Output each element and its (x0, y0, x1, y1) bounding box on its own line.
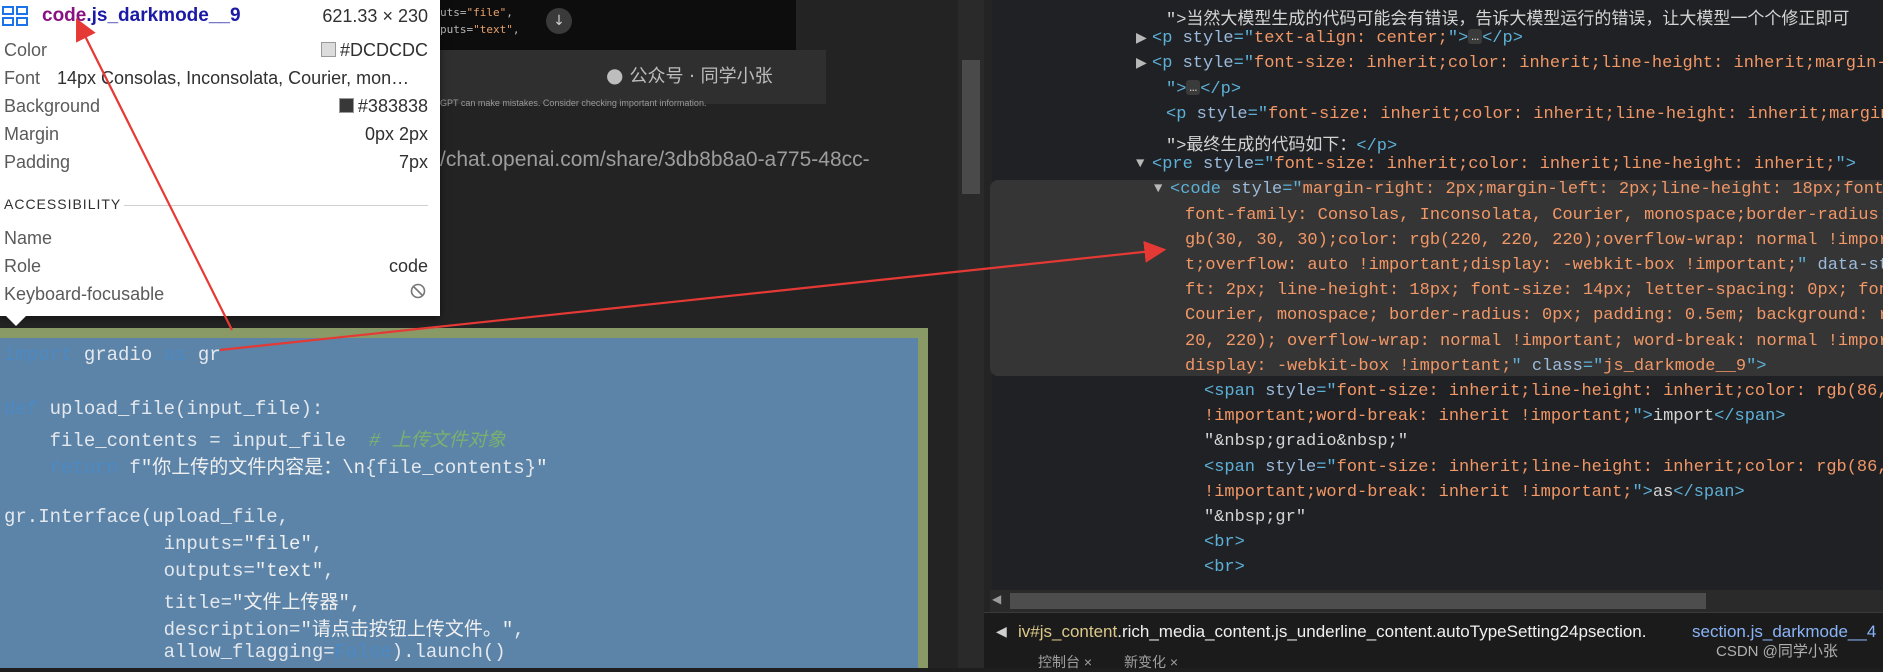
element-selector: code.js_darkmode__9 (42, 5, 241, 26)
a11y-key: Role (4, 256, 42, 276)
code-line: description="请点击按钮上传文件。", (4, 619, 525, 641)
scroll-left-icon[interactable]: ◀ (992, 592, 1001, 606)
dom-tree-line[interactable]: font-family: Consolas, Inconsolata, Cour… (1185, 206, 1883, 225)
prop-key: Color (4, 40, 48, 60)
element-grid-icon (2, 6, 28, 26)
prop-value: 0px 2px (364, 124, 428, 144)
dom-tree-line[interactable]: ▶ <p style="text-align: center;">… </p> (1136, 29, 1523, 48)
prop-value: #DCDCDC (320, 40, 428, 61)
tooltip-a11y-role: Role code (4, 256, 428, 282)
chatgpt-code-snippet: uts="file", puts="text", (440, 0, 796, 50)
dom-tree-line[interactable]: "&nbsp;gr" (1204, 508, 1306, 527)
tooltip-prop-padding: Padding 7px (4, 152, 428, 178)
dom-tree-line[interactable]: ▼ <pre style="font-size: inherit;color: i… (1136, 155, 1856, 174)
color-swatch (338, 98, 354, 113)
dom-tree-line[interactable]: ft: 2px; line-height: 18px; font-size: 1… (1185, 281, 1883, 300)
prop-key: Padding (4, 152, 71, 172)
dom-tree-line[interactable]: ">当然大模型生成的代码可能会有错误，告诉大模型运行的错误，让大模型一个个修正即… (1166, 4, 1849, 30)
tooltip-a11y-name: Name (4, 228, 428, 254)
dom-tree-line[interactable]: "&nbsp;gradio&nbsp;" (1204, 432, 1408, 451)
dom-tree-line[interactable]: Courier, monospace; border-radius: 0px; … (1185, 306, 1883, 325)
code-line: def upload_file(input_file): (4, 398, 324, 420)
tooltip-arrow (6, 316, 26, 326)
prop-key: Font (4, 68, 41, 88)
chatgpt-disclaimer: GPT can make mistakes. Consider checking… (440, 98, 707, 108)
accessibility-heading: ACCESSIBILITY (4, 196, 122, 212)
prop-value: 14px Consolas, Inconsolata, Courier, mon… (57, 68, 410, 88)
code-block[interactable]: import gradio as gr def upload_file(input… (0, 338, 918, 668)
element-size: 621.33 × 230 (322, 6, 428, 26)
code-line: file_contents = input_file # 上传文件对象 (4, 430, 506, 452)
dom-tree-line[interactable]: t;overflow: auto !important;display: -we… (1185, 256, 1883, 275)
dom-tree-line[interactable]: ▼ <code style="margin-right: 2px;margin-l… (1154, 180, 1883, 199)
csdn-watermark: CSDN @同学小张 (1716, 643, 1838, 660)
wechat-watermark: ● 公众号 · 同学小张 (606, 62, 773, 88)
dom-tree-line[interactable]: !important;word-break: inherit !importan… (1204, 483, 1745, 502)
dom-tree-line[interactable]: <br> (1204, 558, 1245, 577)
watermark-text: 公众号 · 同学小张 (629, 66, 773, 87)
tooltip-prop-margin: Margin 0px 2px (4, 124, 428, 150)
breadcrumb-scroll-left-icon[interactable]: ◀ (996, 624, 1007, 640)
dom-tree-line[interactable]: <p style="font-size: inherit;color: inhe… (1166, 105, 1883, 124)
tab-console[interactable]: 控制台 × (1038, 652, 1092, 672)
expand-triangle-icon[interactable]: ▶ (1136, 30, 1147, 47)
inspect-tooltip: code.js_darkmode__9 621.33 × 230 ACCESSI… (0, 0, 440, 316)
dom-tree-line[interactable]: !important;word-break: inherit !importan… (1204, 407, 1786, 426)
tooltip-prop-font: Font 14px Consolas, Inconsolata, Courier,… (4, 68, 428, 94)
tooltip-prop-color: Color #DCDCDC (4, 40, 428, 66)
snippet-string: "file" (466, 6, 507, 19)
a11y-key: Keyboard-focusable (4, 284, 165, 304)
snippet-line: uts="file", (440, 6, 513, 19)
dom-tree-line[interactable]: <span style="font-size: inherit;line-hei… (1204, 458, 1883, 477)
tooltip-a11y-keyboard-focusable: Keyboard-focusable (4, 284, 428, 310)
prop-value: 7px (398, 152, 428, 172)
code-line: allow_flagging=False).launch() (4, 641, 506, 663)
code-line: title="文件上传器", (4, 592, 362, 614)
a11y-value: code (388, 256, 428, 276)
dom-tree-line[interactable]: display: -webkit-box !important;" class=… (1185, 357, 1767, 376)
color-swatch (320, 42, 336, 57)
tooltip-prop-background: Background #383838 (4, 96, 428, 122)
dom-tree-line[interactable]: ">… </p> (1166, 79, 1241, 99)
code-line: gr.Interface(upload_file, (4, 506, 290, 528)
divider (124, 205, 428, 206)
tab-whats-new[interactable]: 新变化 × (1124, 652, 1178, 672)
expand-triangle-icon[interactable]: ▶ (1136, 55, 1147, 72)
dom-tree-line[interactable]: <span style="font-size: inherit;line-hei… (1204, 382, 1883, 401)
code-line: return f"你上传的文件内容是：\n{file_contents}" (49, 457, 548, 479)
dom-tree-line[interactable]: 20, 220); overflow-wrap: normal !importa… (1185, 332, 1883, 351)
share-link[interactable]: /chat.openai.com/share/3db8b8a0-a775-48c… (440, 148, 870, 172)
dom-tree-line[interactable]: ▶ <p style="font-size: inherit;color: inh… (1136, 54, 1883, 73)
collapse-triangle-icon[interactable]: ▼ (1154, 181, 1162, 197)
code-line: import gradio as gr (4, 344, 221, 366)
dom-tree-line[interactable]: <br> (1204, 533, 1245, 552)
dom-tree-line[interactable]: ">最终生成的代码如下：</p> (1166, 130, 1397, 156)
scroll-down-button[interactable]: ↓ (546, 8, 572, 34)
prop-key: Margin (4, 124, 60, 144)
breadcrumb-item-current[interactable]: section.js_darkmode__4 (1692, 622, 1876, 642)
snippet-string: "text" (473, 23, 513, 36)
horizontal-scrollbar-thumb[interactable] (1010, 593, 1706, 609)
a11y-key: Name (4, 228, 53, 248)
code-line: inputs="file", (4, 533, 324, 555)
collapse-triangle-icon[interactable]: ▼ (1136, 156, 1144, 172)
code-line: outputs="text", (4, 560, 335, 582)
prop-key: Background (4, 96, 101, 116)
wechat-icon: ● (606, 63, 624, 87)
page-scrollbar-thumb[interactable] (962, 60, 980, 194)
dom-tree-line[interactable]: gb(30, 30, 30);color: rgb(220, 220, 220)… (1185, 231, 1883, 250)
breadcrumb-item[interactable]: iv#js_content.rich_media_content.js_unde… (1018, 622, 1646, 642)
prop-value: #383838 (338, 96, 428, 117)
snippet-line: puts="text", (440, 23, 520, 36)
